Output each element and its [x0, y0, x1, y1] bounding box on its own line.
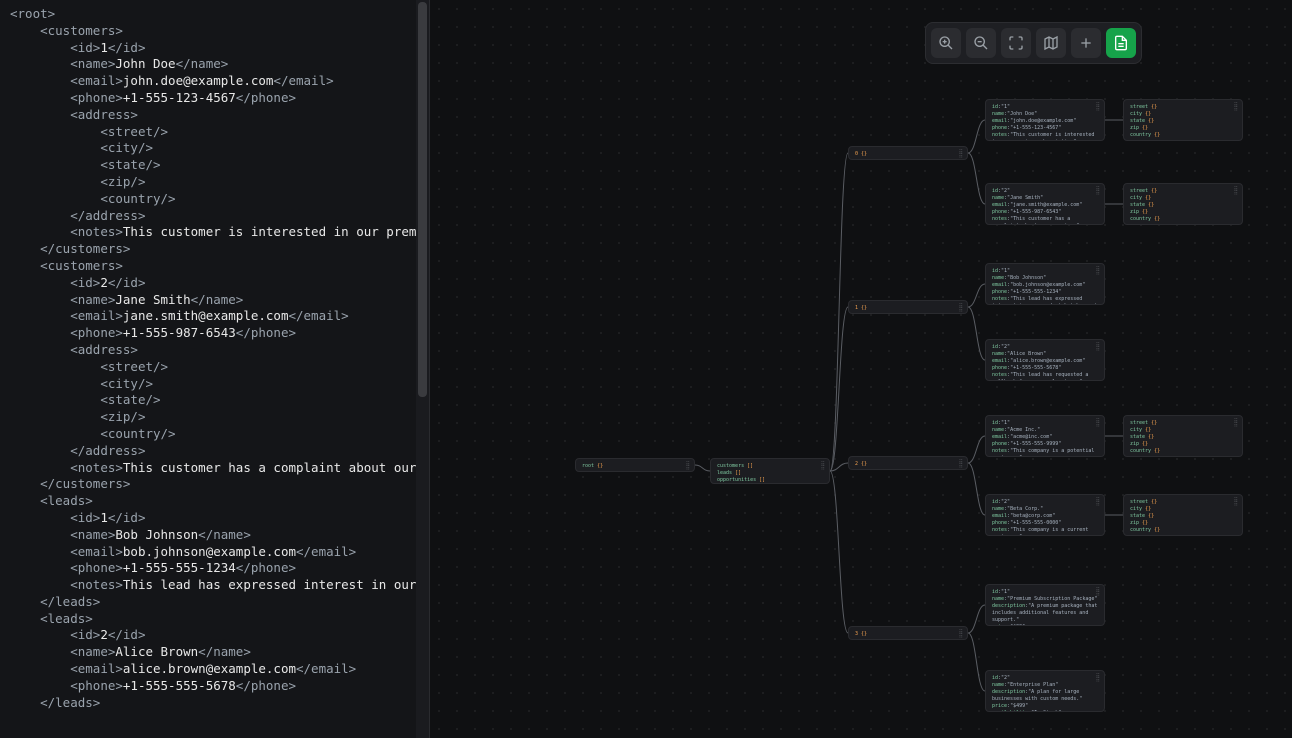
xml-source-panel: <root> <customers> <id>1</id> <name>John…: [0, 0, 430, 738]
graph-node-address-3[interactable]: street {}city {}state {}zip {}country {}…: [1123, 494, 1243, 536]
graph-toolbar: [925, 22, 1142, 64]
graph-node-root[interactable]: root {}⠿⠿: [575, 458, 695, 472]
graph-node-detail-1[interactable]: id:"2"name:"Jane Smith"email:"jane.smith…: [985, 183, 1105, 225]
graph-node-group-1[interactable]: 1 {}⠿⠿: [848, 300, 968, 314]
scrollbar-thumb[interactable]: [418, 2, 427, 397]
graph-node-detail-7[interactable]: id:"2"name:"Enterprise Plan"description:…: [985, 670, 1105, 712]
graph-node-detail-0[interactable]: id:"1"name:"John Doe"email:"john.doe@exa…: [985, 99, 1105, 141]
graph-node-address-1[interactable]: street {}city {}state {}zip {}country {}…: [1123, 183, 1243, 225]
graph-node-group-0[interactable]: 0 {}⠿⠿: [848, 146, 968, 160]
graph-node-detail-4[interactable]: id:"1"name:"Acme Inc."email:"acme@inc.co…: [985, 415, 1105, 457]
minimap-button[interactable]: [1036, 28, 1066, 58]
graph-node-detail-3[interactable]: id:"2"name:"Alice Brown"email:"alice.bro…: [985, 339, 1105, 381]
fit-view-button[interactable]: [1001, 28, 1031, 58]
graph-node-detail-6[interactable]: id:"1"name:"Premium Subscription Package…: [985, 584, 1105, 626]
add-button[interactable]: [1071, 28, 1101, 58]
graph-node-group-2[interactable]: 2 {}⠿⠿: [848, 456, 968, 470]
xml-code[interactable]: <root> <customers> <id>1</id> <name>John…: [0, 0, 429, 717]
graph-node-detail-5[interactable]: id:"2"name:"Beta Corp."email:"beta@corp.…: [985, 494, 1105, 536]
graph-node-address-0[interactable]: street {}city {}state {}zip {}country {}…: [1123, 99, 1243, 141]
document-button[interactable]: [1106, 28, 1136, 58]
graph-node-group-3[interactable]: 3 {}⠿⠿: [848, 626, 968, 640]
zoom-in-button[interactable]: [931, 28, 961, 58]
graph-canvas[interactable]: root {}⠿⠿ customers []leads []opportuniti…: [430, 0, 1292, 738]
zoom-out-button[interactable]: [966, 28, 996, 58]
vertical-scrollbar[interactable]: [416, 0, 429, 738]
graph-node-detail-2[interactable]: id:"1"name:"Bob Johnson"email:"bob.johns…: [985, 263, 1105, 305]
graph-node-address-2[interactable]: street {}city {}state {}zip {}country {}…: [1123, 415, 1243, 457]
graph-node-collections[interactable]: customers []leads []opportunities []⠿⠿: [710, 458, 830, 484]
